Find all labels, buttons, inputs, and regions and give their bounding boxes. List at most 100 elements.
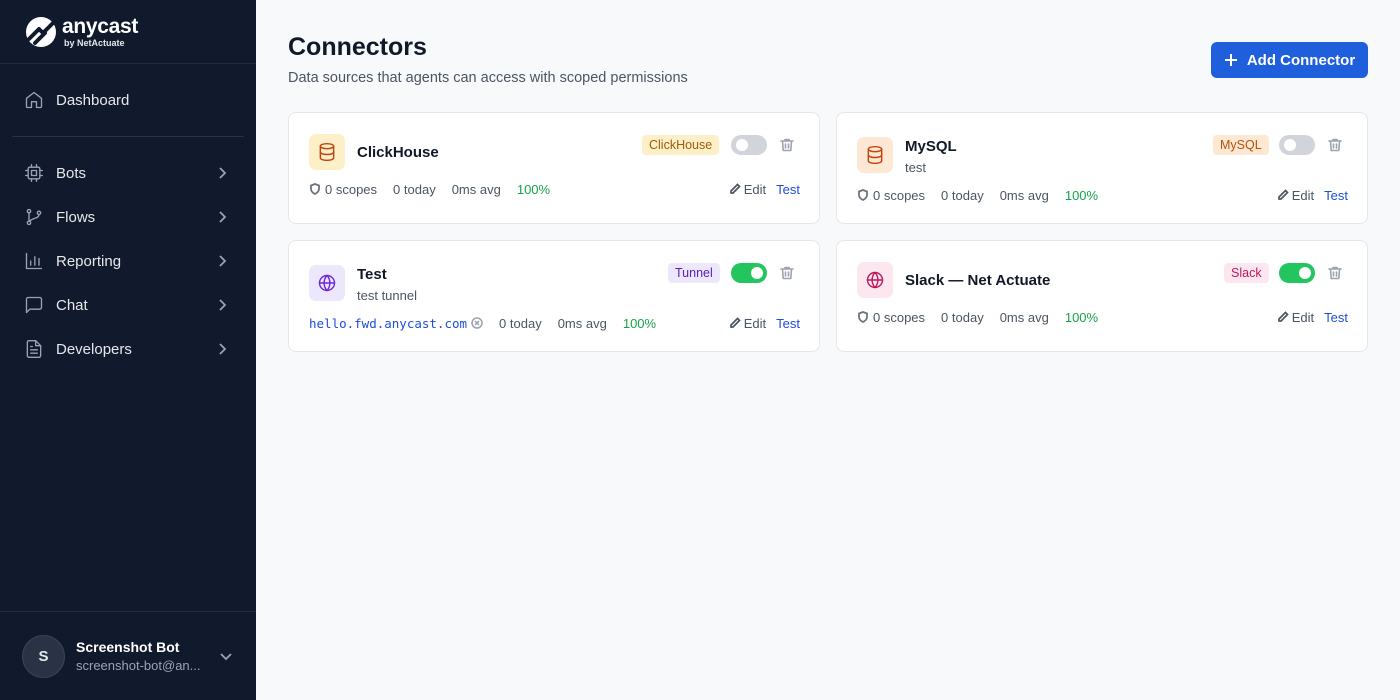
avg-latency: 0ms avg	[999, 309, 1049, 325]
chevron-right-icon	[214, 209, 230, 225]
add-connector-label: Add Connector	[1246, 51, 1356, 69]
pencil-icon	[729, 317, 741, 328]
today-count: 0 today	[393, 181, 436, 197]
success-rate: 100%	[516, 181, 551, 197]
chevron-right-icon	[214, 341, 230, 357]
chevron-right-icon	[214, 297, 230, 313]
connector-stats: 0 scopes 0 today 0ms avg 100%	[857, 186, 1098, 204]
edit-label: Edit	[1291, 309, 1315, 325]
edit-button[interactable]: Edit	[1277, 188, 1314, 203]
tunnel-url-link[interactable]: hello.fwd.anycast.com	[309, 316, 467, 331]
nav-label: Flows	[56, 208, 96, 226]
nav-item-reporting[interactable]: Reporting	[12, 241, 244, 281]
edit-button[interactable]: Edit	[729, 316, 766, 331]
chevron-right-icon	[214, 165, 230, 181]
page-title: Connectors	[288, 33, 427, 61]
nav-item-chat[interactable]: Chat	[12, 285, 244, 325]
connector-type-badge: Tunnel	[668, 263, 720, 283]
today-count: 0 today	[941, 309, 984, 325]
pencil-icon	[1277, 189, 1289, 200]
connector-enabled-toggle[interactable]	[731, 263, 767, 283]
avg-latency: 0ms avg	[557, 315, 607, 331]
connector-type-badge: ClickHouse	[642, 135, 720, 155]
connector-card: Test test tunnel Tunnel hello.fwd.anycas…	[288, 240, 820, 352]
trash-icon[interactable]	[1327, 137, 1343, 153]
test-button[interactable]: Test	[776, 316, 800, 331]
home-icon	[24, 90, 44, 110]
scopes-count: 0 scopes	[325, 181, 378, 197]
plus-icon	[1224, 53, 1238, 67]
edit-button[interactable]: Edit	[1277, 310, 1314, 325]
anycast-logo-icon	[26, 16, 56, 47]
connector-name: ClickHouse	[357, 144, 439, 161]
connector-actions: Edit Test	[729, 314, 800, 332]
user-name: Screenshot Bot	[76, 639, 180, 655]
shield-icon	[857, 189, 869, 202]
nav-item-dashboard[interactable]: Dashboard	[12, 80, 244, 120]
globe-icon	[309, 265, 345, 301]
connector-name: Slack — Net Actuate	[905, 272, 1051, 289]
toggle-knob	[751, 267, 763, 279]
connector-actions: Edit Test	[729, 180, 800, 198]
nav-label: Chat	[56, 296, 88, 314]
success-rate: 100%	[622, 315, 657, 331]
add-connector-button[interactable]: Add Connector	[1211, 42, 1368, 78]
avg-latency: 0ms avg	[999, 187, 1049, 203]
connector-card: Slack — Net Actuate Slack 0 scopes 0 tod…	[836, 240, 1368, 352]
connector-name: MySQL	[905, 138, 957, 155]
database-icon	[857, 137, 893, 173]
nav-item-developers[interactable]: Developers	[12, 329, 244, 369]
test-button[interactable]: Test	[776, 182, 800, 197]
trash-icon[interactable]	[779, 265, 795, 281]
connector-enabled-toggle[interactable]	[1279, 263, 1315, 283]
message-square-icon	[24, 295, 44, 315]
edit-label: Edit	[743, 181, 767, 197]
connector-name: Test	[357, 266, 387, 283]
scopes-count: 0 scopes	[873, 309, 926, 325]
today-count: 0 today	[941, 187, 984, 203]
connector-stats: 0 scopes 0 today 0ms avg 100%	[309, 180, 550, 198]
toggle-knob	[1299, 267, 1311, 279]
connector-enabled-toggle[interactable]	[731, 135, 767, 155]
connector-actions: Edit Test	[1277, 186, 1348, 204]
connector-type-badge: Slack	[1224, 263, 1269, 283]
pencil-icon	[1277, 311, 1289, 322]
connector-card: MySQL test MySQL 0 scopes 0 today 0ms av…	[836, 112, 1368, 224]
connector-description: test	[905, 160, 926, 175]
cpu-icon	[24, 163, 44, 183]
sidebar: anycast by NetActuate Dashboard Bots Flo…	[0, 0, 256, 700]
success-rate: 100%	[1064, 309, 1099, 325]
test-button[interactable]: Test	[1324, 310, 1348, 325]
trash-icon[interactable]	[779, 137, 795, 153]
nav-label: Dashboard	[56, 91, 130, 109]
edit-button[interactable]: Edit	[729, 182, 766, 197]
shield-icon	[857, 311, 869, 324]
trash-icon[interactable]	[1327, 265, 1343, 281]
connector-stats: hello.fwd.anycast.com 0 today 0ms avg 10…	[309, 314, 656, 332]
avg-latency: 0ms avg	[451, 181, 501, 197]
nav-divider	[12, 136, 244, 137]
bar-chart-icon	[24, 251, 44, 271]
today-count: 0 today	[499, 315, 542, 331]
brand-logo[interactable]: anycast by NetActuate	[0, 0, 256, 64]
nav-item-flows[interactable]: Flows	[12, 197, 244, 237]
x-circle-icon[interactable]	[471, 317, 483, 329]
globe-icon	[857, 262, 893, 298]
brand-subtitle: by NetActuate	[64, 37, 125, 48]
nav-label: Reporting	[56, 252, 122, 270]
toggle-knob	[736, 139, 748, 151]
connector-type-badge: MySQL	[1213, 135, 1269, 155]
success-rate: 100%	[1064, 187, 1099, 203]
edit-label: Edit	[743, 315, 767, 331]
nav-item-bots[interactable]: Bots	[12, 153, 244, 193]
test-button[interactable]: Test	[1324, 188, 1348, 203]
pencil-icon	[729, 183, 741, 194]
connector-actions: Edit Test	[1277, 308, 1348, 326]
user-email: screenshot-bot@an...	[76, 658, 201, 673]
user-menu[interactable]: S Screenshot Bot screenshot-bot@an...	[0, 611, 256, 700]
connector-enabled-toggle[interactable]	[1279, 135, 1315, 155]
brand-name: anycast	[62, 14, 139, 38]
chevron-down-icon[interactable]	[218, 648, 234, 664]
scopes-count: 0 scopes	[873, 187, 926, 203]
connector-stats: 0 scopes 0 today 0ms avg 100%	[857, 308, 1098, 326]
